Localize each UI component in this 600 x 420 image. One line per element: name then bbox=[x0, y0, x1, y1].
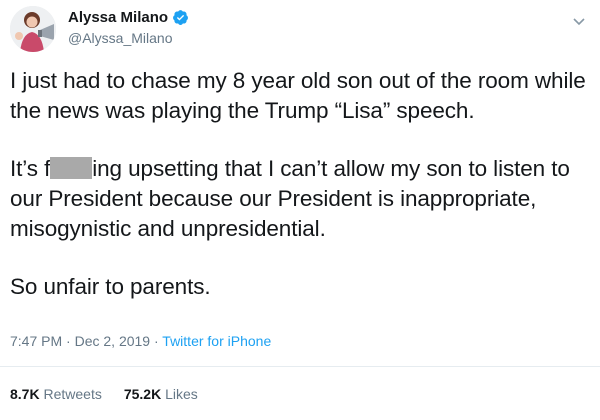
tweet-stats: 8.7K Retweets 75.2K Likes bbox=[10, 386, 198, 402]
retweets-count: 8.7K bbox=[10, 386, 40, 402]
meta-separator: · bbox=[62, 333, 75, 349]
verified-badge-icon bbox=[172, 9, 189, 26]
tweet-text: I just had to chase my 8 year old son ou… bbox=[10, 66, 595, 330]
tweet-paragraph-2: It’s f ing upsetting that I can’t allow m… bbox=[10, 154, 595, 244]
tweet-time[interactable]: 7:47 PM bbox=[10, 333, 62, 349]
tweet-card: Alyssa Milano @Alyssa_Milano I just had … bbox=[0, 0, 600, 420]
display-name[interactable]: Alyssa Milano bbox=[68, 9, 168, 26]
user-names: Alyssa Milano @Alyssa_Milano bbox=[68, 9, 189, 46]
likes-stat[interactable]: 75.2K Likes bbox=[124, 386, 198, 402]
meta-separator: · bbox=[150, 333, 163, 349]
retweets-label: Retweets bbox=[43, 386, 102, 402]
likes-count: 75.2K bbox=[123, 386, 162, 402]
chevron-down-icon[interactable] bbox=[572, 14, 586, 28]
tweet-source-link[interactable]: Twitter for iPhone bbox=[162, 333, 271, 349]
paragraph-2-suffix: ing upsetting that I can’t allow my son … bbox=[10, 156, 570, 241]
paragraph-2-prefix: It’s f bbox=[10, 156, 51, 181]
user-handle[interactable]: @Alyssa_Milano bbox=[68, 30, 189, 46]
tweet-paragraph-1: I just had to chase my 8 year old son ou… bbox=[10, 68, 586, 123]
tweet-date[interactable]: Dec 2, 2019 bbox=[75, 333, 151, 349]
tweet-header: Alyssa Milano @Alyssa_Milano bbox=[10, 6, 189, 52]
display-name-row: Alyssa Milano bbox=[68, 9, 189, 26]
redaction-block bbox=[50, 157, 93, 179]
avatar-illustration bbox=[10, 6, 56, 52]
avatar[interactable] bbox=[10, 6, 56, 52]
tweet-paragraph-3: So unfair to parents. bbox=[10, 274, 211, 299]
divider bbox=[0, 366, 600, 367]
tweet-meta: 7:47 PM · Dec 2, 2019 · Twitter for iPho… bbox=[10, 333, 271, 349]
likes-label: Likes bbox=[165, 386, 198, 402]
retweets-stat[interactable]: 8.7K Retweets bbox=[10, 386, 102, 402]
